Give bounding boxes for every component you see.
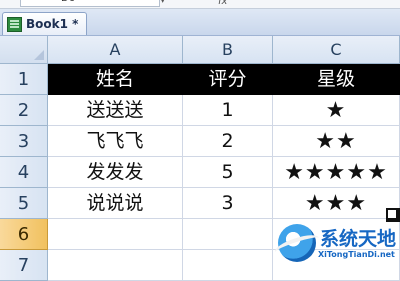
cell-b6[interactable] xyxy=(183,219,273,250)
cell-c2[interactable]: ★ xyxy=(273,95,400,126)
cell-b3[interactable]: 2 xyxy=(183,126,273,157)
cell-a3[interactable]: 飞飞飞 xyxy=(48,126,183,157)
row-header-2[interactable]: 2 xyxy=(0,95,48,126)
cell-b5[interactable]: 3 xyxy=(183,188,273,219)
chevron-down-icon[interactable]: ▼ xyxy=(160,0,165,4)
cell-b4[interactable]: 5 xyxy=(183,157,273,188)
workbook-tab-label: Book1 * xyxy=(26,17,79,31)
cell-c3[interactable]: ★★ xyxy=(273,126,400,157)
cell-b2[interactable]: 1 xyxy=(183,95,273,126)
workbook-tab[interactable]: Book1 * xyxy=(2,12,88,35)
formula-bar: D6 ▼ fx xyxy=(0,0,400,9)
cell-a1[interactable]: 姓名 xyxy=(48,64,183,95)
cell-a2[interactable]: 送送送 xyxy=(48,95,183,126)
cell-c4[interactable]: ★★★★★ xyxy=(273,157,400,188)
fx-icon[interactable]: fx xyxy=(218,0,227,7)
cell-a5[interactable]: 说说说 xyxy=(48,188,183,219)
column-header-b[interactable]: B xyxy=(183,36,273,64)
workbook-tab-strip: Book1 * xyxy=(0,9,400,36)
name-box[interactable]: D6 xyxy=(20,0,160,7)
row-header-6[interactable]: 6 xyxy=(0,219,48,250)
column-header-a[interactable]: A xyxy=(48,36,183,64)
row-header-3[interactable]: 3 xyxy=(0,126,48,157)
spreadsheet-icon xyxy=(7,16,22,32)
cell-b1[interactable]: 评分 xyxy=(183,64,273,95)
watermark-url: XiTongTianDi.net xyxy=(318,250,395,259)
cell-a4[interactable]: 发发发 xyxy=(48,157,183,188)
row-header-4[interactable]: 4 xyxy=(0,157,48,188)
cell-c5[interactable]: ★★★ xyxy=(273,188,400,219)
watermark-logo: 系统天地 XiTongTianDi.net xyxy=(272,220,400,266)
cell-c1[interactable]: 星级 xyxy=(273,64,400,95)
column-header-c[interactable]: C xyxy=(273,36,400,64)
row-header-1[interactable]: 1 xyxy=(0,64,48,95)
cell-a6[interactable] xyxy=(48,219,183,250)
watermark-brand: 系统天地 xyxy=(320,228,397,250)
select-all-corner[interactable] xyxy=(0,36,48,64)
row-header-5[interactable]: 5 xyxy=(0,188,48,219)
